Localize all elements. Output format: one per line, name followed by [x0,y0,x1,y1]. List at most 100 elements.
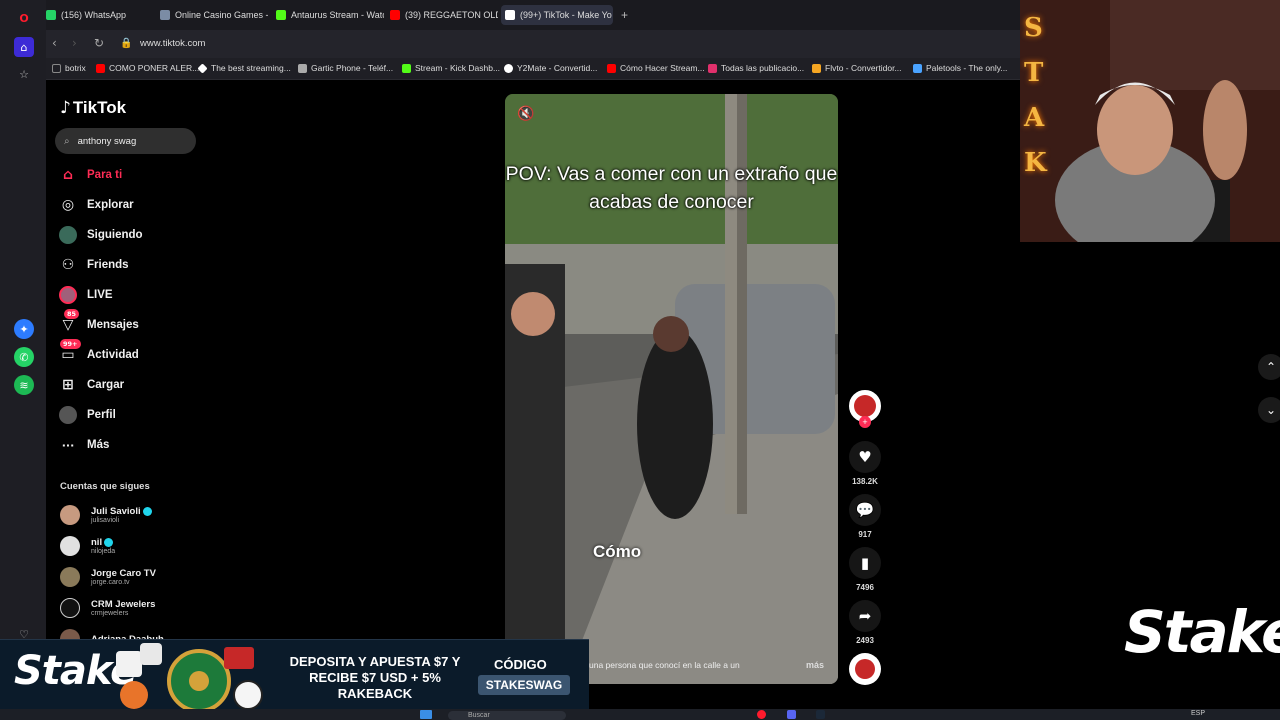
language-indicator[interactable]: ESP [1191,710,1205,717]
tiktok-logo[interactable]: ♪ TikTok [60,98,126,118]
chevron-down-icon: ⌄ [1265,403,1277,417]
share-icon: ➦ [849,600,881,632]
tab-kick[interactable]: Antaurus Stream - Watch [276,5,384,25]
avatar [60,598,80,618]
bookmark-label: Paletools - The only... [926,63,1008,73]
reload-icon[interactable]: ↻ [94,36,104,50]
nav-mensajes[interactable]: ▽ 85 Mensajes [58,309,139,336]
account-name: nil [91,537,103,548]
windows-start-icon[interactable] [420,710,432,719]
spotify-icon[interactable]: ≋ [14,375,34,395]
save-count: 7496 [856,583,874,592]
taskbar-search[interactable]: Buscar [448,711,566,720]
bookmark-item[interactable]: Cómo Hacer Stream... [607,63,705,73]
discord-taskbar-icon[interactable] [787,710,796,719]
following-accounts-title: Cuentas que sigues [60,481,150,492]
account-item[interactable]: Jorge Caro TV jorge.caro.tv [60,567,156,587]
music-disc-icon [849,653,881,685]
previous-video-button[interactable]: ⌃ [1258,354,1280,380]
new-tab-button[interactable]: + [621,5,628,25]
bookmark-item[interactable]: The best streaming... [197,62,291,74]
bookmark-item[interactable]: botrix [52,63,86,73]
forward-icon[interactable]: › [72,36,77,50]
back-icon[interactable]: ‹ [52,36,57,50]
messenger-icon[interactable]: ✦ [14,319,34,339]
comment-button[interactable]: 💬 917 [846,494,884,539]
url-field[interactable]: www.tiktok.com [140,38,205,49]
like-button[interactable]: ♥ 138.2K [846,441,884,486]
friends-icon: ⚇ [61,257,75,273]
account-item[interactable]: CRM Jewelers crmjewelers [60,598,155,618]
activity-badge: 99+ [60,339,81,349]
avatar [60,505,80,525]
opera-taskbar-icon[interactable] [757,710,766,719]
paletools-icon [913,63,922,73]
tiktok-note-icon: ♪ [60,98,71,118]
bookmark-item[interactable]: Y2Mate - Convertid... [504,63,597,73]
webcam-overlay: S T A K [1020,0,1280,242]
casino-graphic [116,643,263,711]
bookmark-item[interactable]: COMO PONER ALER... [96,63,199,73]
bookmark-label: Cómo Hacer Stream... [620,63,705,73]
tab-bar: (156) WhatsApp Online Casino Games - Pl … [46,0,1020,30]
stake-sign: S T A K [1024,6,1047,186]
bookmark-label: Flvto - Convertidor... [825,63,902,73]
logo-text: TikTok [72,98,127,117]
account-name: Juli Savioli [91,506,141,517]
opera-logo-icon[interactable]: O [14,8,34,28]
verified-icon [104,537,114,547]
bookmark-item[interactable]: Flvto - Convertidor... [812,63,902,73]
bookmark-item[interactable]: Gartic Phone - Teléf... [298,63,393,73]
avatar [60,567,80,587]
account-handle: nilojeda [91,548,116,555]
nav-siguiendo[interactable]: Siguiendo [58,224,143,246]
whatsapp-icon[interactable]: ✆ [14,347,34,367]
kick-icon [276,10,286,20]
nav-explorar[interactable]: ◎ Explorar [58,194,134,216]
instagram-icon [708,63,717,73]
account-item[interactable]: nil nilojeda [60,536,115,556]
follow-plus-icon[interactable]: + [859,416,871,428]
nav-perfil[interactable]: Perfil [58,404,116,426]
creator-avatar[interactable]: + [846,390,884,428]
gartic-icon [298,63,307,73]
account-handle: crmjewelers [91,610,129,617]
nav-actividad[interactable]: ▭ 99+ Actividad [58,339,139,366]
star-icon[interactable]: ☆ [14,64,34,84]
nav-para-ti[interactable]: ⌂ Para ti [58,164,122,186]
home-icon[interactable]: ⌂ [14,37,34,57]
nav-label: Para ti [87,169,123,181]
search-input[interactable]: ⌕ anthony swag [55,128,196,154]
mute-icon[interactable]: 🔇 [517,106,534,122]
tab-youtube[interactable]: (39) REGGAETON OLD SC [390,5,498,25]
video-player[interactable]: 🔇 POV: Vas a comer con un extraño que ac… [505,94,838,684]
nav-friends[interactable]: ⚇ Friends [58,254,129,276]
nav-label: LIVE [87,289,113,301]
bookmark-label: The best streaming... [211,63,291,73]
heart-icon: ♥ [849,441,881,473]
bookmark-item[interactable]: Stream - Kick Dashb... [402,63,500,73]
next-video-button[interactable]: ⌄ [1258,397,1280,423]
chevron-up-icon: ⌃ [1265,360,1277,374]
tab-whatsapp[interactable]: (156) WhatsApp [46,5,154,25]
share-button[interactable]: ➦ 2493 [846,600,884,645]
more-link[interactable]: más [806,660,824,670]
youtube-icon [390,10,400,20]
music-disc[interactable] [846,653,884,685]
tab-label: Online Casino Games - Pl [175,10,268,20]
bookmark-item[interactable]: Paletools - The only... [913,63,1007,73]
tab-tiktok[interactable]: (99+) TikTok - Make Yo [501,5,613,25]
nav-mas[interactable]: ··· Más [58,434,110,456]
tab-casino[interactable]: Online Casino Games - Pl [160,5,268,25]
youtube-icon [607,63,616,73]
steam-taskbar-icon[interactable] [816,710,825,719]
like-count: 138.2K [852,477,878,486]
account-item[interactable]: Juli Savioli julisavioli [60,505,152,525]
nav-live[interactable]: LIVE [58,284,113,306]
save-button[interactable]: ▮ 7496 [846,547,884,592]
home-icon: ⌂ [62,167,74,183]
tab-label: Antaurus Stream - Watch [291,10,384,20]
nav-cargar[interactable]: ⊞ Cargar [58,374,124,396]
bookmark-item[interactable]: Todas las publicacio... [708,63,804,73]
bookmark-label: Y2Mate - Convertid... [517,63,598,73]
